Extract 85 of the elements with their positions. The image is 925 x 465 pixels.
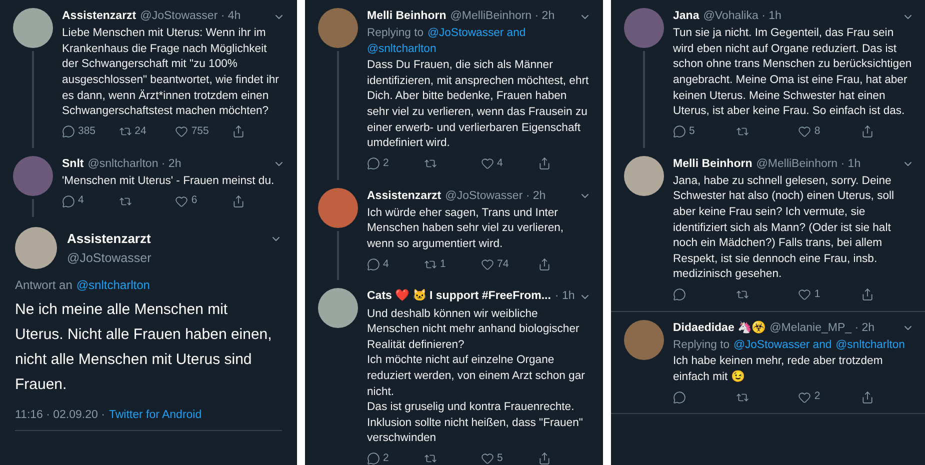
tweet-text: Und deshalb können wir weibliche Menschen nicht mehr anhand biologischer Realität definieren? Ich möchte nicht auf einzelne Organe reduziert werden, von einem Arzt schon gar nicht. Das ist gruselig und kontra Frauenrechte. Inklusion sollte nicht heißen, dass "Frauen" verschwinden: [367, 306, 586, 446]
like-count: 1: [814, 286, 820, 302]
share-icon[interactable]: [861, 288, 874, 302]
tweet-text: Dass Du Frauen, die sich als Männer identifizieren, mit ansprechen möchtest, ehrt Dich. Aber bitte bedenke, Frauen haben sehr viel zu verlieren, wenn das Frausein zu einer erwerb- und verlierbaren Eigenschaft umdefiniert wird.: [367, 58, 590, 152]
reply-count: 5: [689, 124, 695, 139]
mention-link[interactable]: @snltcharlton: [836, 336, 905, 353]
tweet-text: Ne ich meine alle Menschen mit Uterus. Nicht alle Frauen haben einen, nicht alle Menschen mit Uterus sind Frauen.: [15, 300, 273, 396]
avatar-photo[interactable]: [318, 8, 358, 48]
author-handle: @MelliBeinhorn · 2h: [450, 9, 556, 24]
tweet-text: Ich habe keinen mehr, rede aber trotzdem einfach mit 😉: [673, 354, 884, 385]
like-count: 8: [814, 124, 820, 139]
like-icon[interactable]: [481, 157, 494, 170]
like-icon[interactable]: [481, 452, 494, 465]
author-handle: @MelliBeinhorn · 1h: [756, 156, 862, 172]
avatar-photo[interactable]: [624, 320, 664, 360]
like-icon[interactable]: [798, 288, 812, 302]
reply-count: 4: [383, 256, 389, 272]
like-icon[interactable]: [481, 258, 494, 271]
reply-icon[interactable]: [367, 452, 380, 465]
author-name: Snlt: [62, 156, 84, 172]
share-icon[interactable]: [538, 157, 551, 170]
tweet-text: Liebe Menschen mit Uterus: Wenn ihr im Krankenhaus die Frage nach Möglichkeit der Schwangerschaft mit "zu 100% ausgeschlossen" beantwortet, wie findet ihr es dann, wenn Ärzt*innen trotzdem einen Schwangerschaftstest machen möchten?: [62, 26, 280, 120]
share-icon[interactable]: [538, 452, 551, 465]
avatar-photo[interactable]: [15, 227, 57, 270]
author-name: Melli Beinhorn: [367, 9, 446, 24]
author-name: Cats ❤ 🐱 I support #FreeFrom...: [367, 288, 551, 304]
reply-icon[interactable]: [673, 125, 686, 138]
reply-count: 4: [78, 193, 84, 208]
timestamp: 11:16 · 02.09.20 ·: [15, 408, 105, 424]
like-count: 74: [497, 256, 509, 272]
like-icon[interactable]: [798, 390, 812, 404]
author-handle: @Vohalika · 1h: [703, 9, 782, 24]
reply-count: 2: [383, 156, 389, 171]
reply-label: Replying to: [367, 26, 424, 42]
retweet-count: 1: [440, 256, 446, 272]
mention-link[interactable]: @JoStowasser and: [734, 336, 832, 353]
like-count: 755: [191, 124, 209, 139]
share-icon[interactable]: [232, 194, 246, 208]
tweet-text: Ich würde eher sagen, Trans und Inter Menschen haben sehr viel zu verlieren, wenn so argumentiert wird.: [367, 206, 565, 252]
share-icon[interactable]: [861, 390, 874, 404]
author-name: Didaedidae 🦄☣: [673, 320, 766, 336]
reply-icon[interactable]: [673, 288, 686, 302]
author-handle: @snltcharlton · 2h: [88, 156, 182, 172]
author-handle: @Melanie_MP_ · 2h: [770, 320, 876, 336]
mention-link[interactable]: @snltcharlton: [367, 41, 436, 58]
author-name: Melli Beinhorn: [673, 156, 752, 172]
mention-link[interactable]: @snltcharlton: [76, 277, 150, 294]
author-handle: @JoStowasser · 4h: [140, 9, 242, 24]
avatar-photo[interactable]: [318, 288, 358, 328]
share-icon[interactable]: [538, 258, 551, 271]
reply-label: Antwort an: [15, 277, 72, 294]
reply-icon[interactable]: [62, 125, 75, 138]
avatar-photo[interactable]: [318, 188, 358, 228]
avatar-photo[interactable]: [624, 156, 664, 196]
reply-icon[interactable]: [367, 258, 380, 271]
like-count: 4: [497, 156, 503, 171]
author-name: Jana: [673, 9, 700, 24]
reply-icon[interactable]: [62, 194, 75, 208]
like-count: 2: [814, 389, 820, 404]
author-name: Assistenzarzt: [67, 230, 152, 248]
reply-count: 2: [383, 450, 389, 465]
tweet-text: 'Menschen mit Uterus' - Frauen meinst du.: [62, 174, 276, 189]
tweet-text: Tun sie ja nicht. Im Gegenteil, das Frau sein wird eben nicht auf Organe reduziert. Das ist schon ohne trans Menschen zu berücksichtigen angebracht. Meine Oma ist eine Frau, hat aber keinen Uterus. Meine Schwester hat einen Uterus, ist aber keine Frau. So einfach ist das.: [673, 26, 913, 120]
author-name: Assistenzarzt: [62, 9, 136, 24]
mention-link[interactable]: @JoStowasser and: [428, 25, 526, 42]
share-icon[interactable]: [232, 125, 246, 138]
reply-count: 385: [78, 124, 96, 139]
avatar-photo[interactable]: [13, 8, 53, 48]
author-handle: @JoStowasser: [67, 250, 152, 267]
like-icon[interactable]: [175, 125, 188, 138]
source-link[interactable]: Twitter for Android: [108, 407, 202, 424]
retweet-icon[interactable]: [424, 452, 437, 465]
share-icon[interactable]: [861, 125, 874, 138]
retweet-count: 24: [134, 124, 146, 139]
reply-icon[interactable]: [367, 157, 380, 170]
tweet-text: Jana, habe zu schnell gelesen, sorry. Deine Schwester hat also (noch) einen Uterus, soll aber keine Frau sein? Ich vermute, sie identifiziert sich als Mann? (Oder ist sie halt noch ein Mädchen?) Falls trans, bei allem Respekt, ist sie dennoch eine Frau, insb. medizinisch gesehen.: [673, 174, 896, 282]
author-handle: · 1h: [554, 289, 575, 304]
like-icon[interactable]: [798, 125, 812, 138]
reply-label: Replying to: [673, 338, 730, 353]
like-count: 5: [497, 450, 503, 465]
author-name: Assistenzarzt: [367, 188, 442, 204]
like-icon[interactable]: [175, 194, 188, 208]
reply-icon[interactable]: [673, 390, 686, 404]
author-handle: @JoStowasser · 2h: [445, 188, 547, 204]
like-count: 6: [191, 193, 198, 208]
